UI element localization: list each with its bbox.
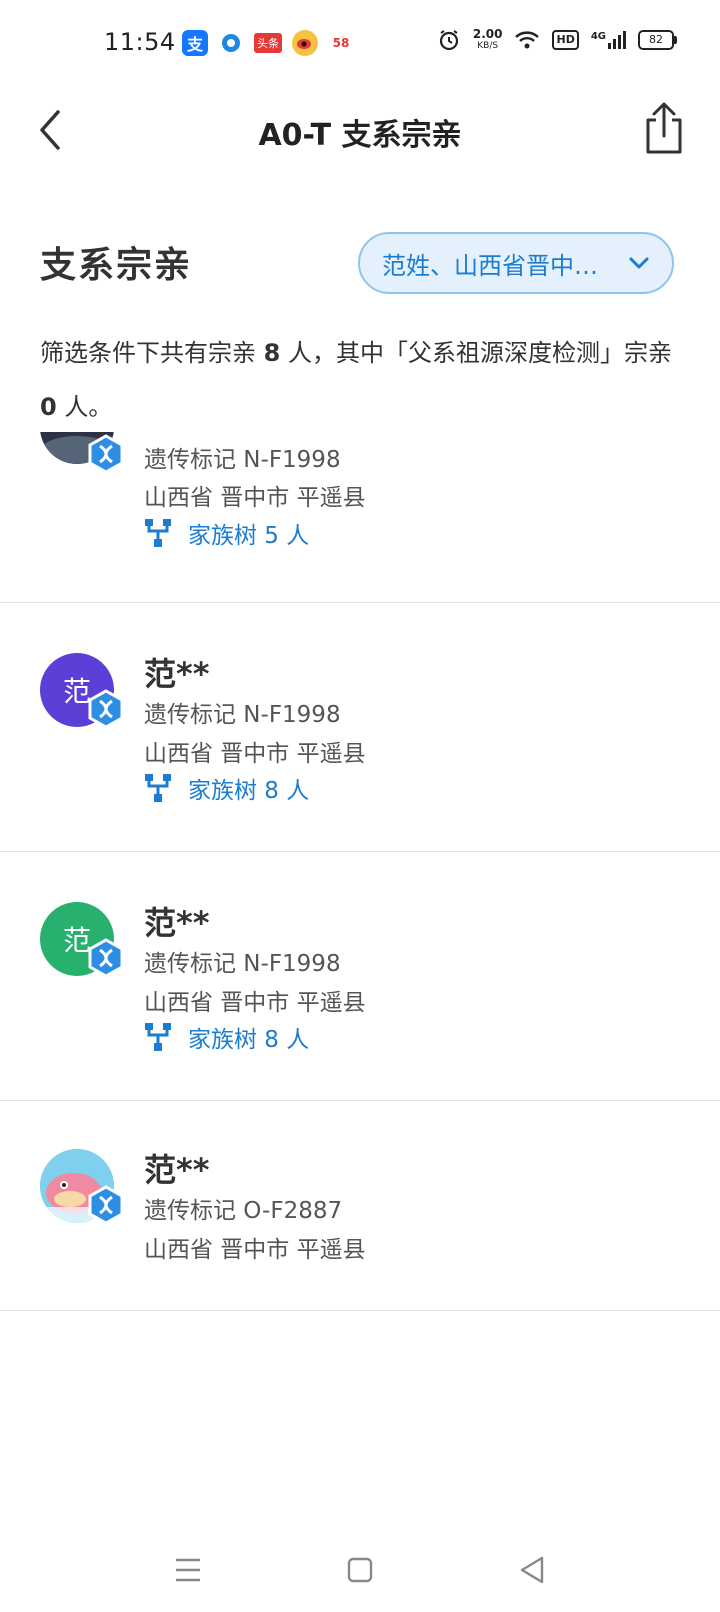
list-item[interactable]: 范 范** 遗传标记 N-F1998 山西省 晋中市 平遥县 家族树 8 人 [0, 852, 720, 1101]
family-tree-icon [145, 1023, 171, 1051]
notification-icons: 支 头条 58 [182, 30, 354, 56]
relative-name: 范** [144, 1151, 210, 1189]
alarm-icon [439, 30, 458, 51]
genetic-marker: 遗传标记 N-F1998 [144, 951, 341, 977]
back-triangle-icon[interactable] [512, 1550, 552, 1590]
family-tree-label: 家族树 8 人 [188, 778, 310, 804]
relative-name: 范** [144, 904, 210, 942]
filter-dropdown[interactable]: 范姓、山西省晋中… [358, 232, 674, 294]
battery-icon: 82 [638, 30, 677, 50]
location: 山西省 晋中市 平遥县 [144, 741, 366, 767]
dna-badge-icon [88, 689, 124, 729]
relatives-list[interactable]: 遗传标记 N-F1998 山西省 晋中市 平遥县 家族树 5 人 范 范** 遗… [0, 432, 720, 1352]
genetic-marker: 遗传标记 N-F1998 [144, 702, 341, 728]
net-speed: 2.00 KB/S [472, 27, 503, 51]
filter-summary: 筛选条件下共有宗亲 8 人，其中「父系祖源深度检测」宗亲 0 人。 [40, 339, 672, 421]
family-tree-link[interactable]: 家族树 8 人 [144, 1020, 309, 1054]
list-item[interactable]: 范 范** 遗传标记 N-F1998 山西省 晋中市 平遥县 家族树 8 人 [0, 603, 720, 852]
deep-count: 0 [40, 393, 57, 421]
filter-label: 范姓、山西省晋中… [382, 251, 598, 280]
chevron-down-icon [629, 257, 649, 269]
signal-icon: 4G [591, 31, 626, 49]
family-tree-icon [145, 519, 171, 547]
family-tree-link[interactable]: 家族树 5 人 [144, 516, 309, 550]
relative-name: 范** [144, 655, 210, 693]
family-tree-link[interactable]: 家族树 8 人 [144, 771, 309, 805]
family-tree-icon [145, 774, 171, 802]
genetic-marker: 遗传标记 O-F2887 [144, 1198, 343, 1224]
status-time: 11:54 [104, 28, 176, 56]
dna-badge-icon [88, 434, 124, 474]
list-item[interactable]: 范** 遗传标记 O-F2887 山西省 晋中市 平遥县 [0, 1101, 720, 1311]
dna-badge-icon [88, 1185, 124, 1225]
wifi-icon [515, 31, 540, 49]
genetic-marker: 遗传标记 N-F1998 [144, 447, 341, 473]
alipay-icon: 支 [182, 30, 208, 56]
section-title: 支系宗亲 [40, 245, 193, 286]
family-tree-label: 家族树 8 人 [188, 1027, 310, 1053]
menu-icon[interactable] [168, 1550, 208, 1590]
weibo-icon [292, 30, 318, 56]
58-icon: 58 [332, 36, 350, 50]
location: 山西省 晋中市 平遥县 [144, 485, 366, 511]
family-tree-label: 家族树 5 人 [188, 523, 310, 549]
location: 山西省 晋中市 平遥县 [144, 1237, 366, 1263]
toutiao-icon: 头条 [254, 33, 282, 53]
system-status-icons: 2.00 KB/S HD 4G 82 [437, 27, 677, 52]
share-icon[interactable] [642, 100, 686, 156]
location: 山西省 晋中市 平遥县 [144, 990, 366, 1016]
nav-bar: A0-T 支系宗亲 [0, 90, 720, 170]
system-nav-bar [0, 1530, 720, 1612]
dna-badge-icon [88, 938, 124, 978]
total-count: 8 [263, 339, 281, 367]
home-icon[interactable] [340, 1550, 380, 1590]
status-bar: 11:54 支 头条 58 2.00 KB/S HD 4G 82 [0, 0, 720, 90]
list-item[interactable]: 遗传标记 N-F1998 山西省 晋中市 平遥县 家族树 5 人 [0, 432, 720, 603]
circle-app-icon [218, 30, 244, 56]
hd-icon: HD [552, 30, 579, 50]
page-title: A0-T 支系宗亲 [258, 118, 462, 153]
